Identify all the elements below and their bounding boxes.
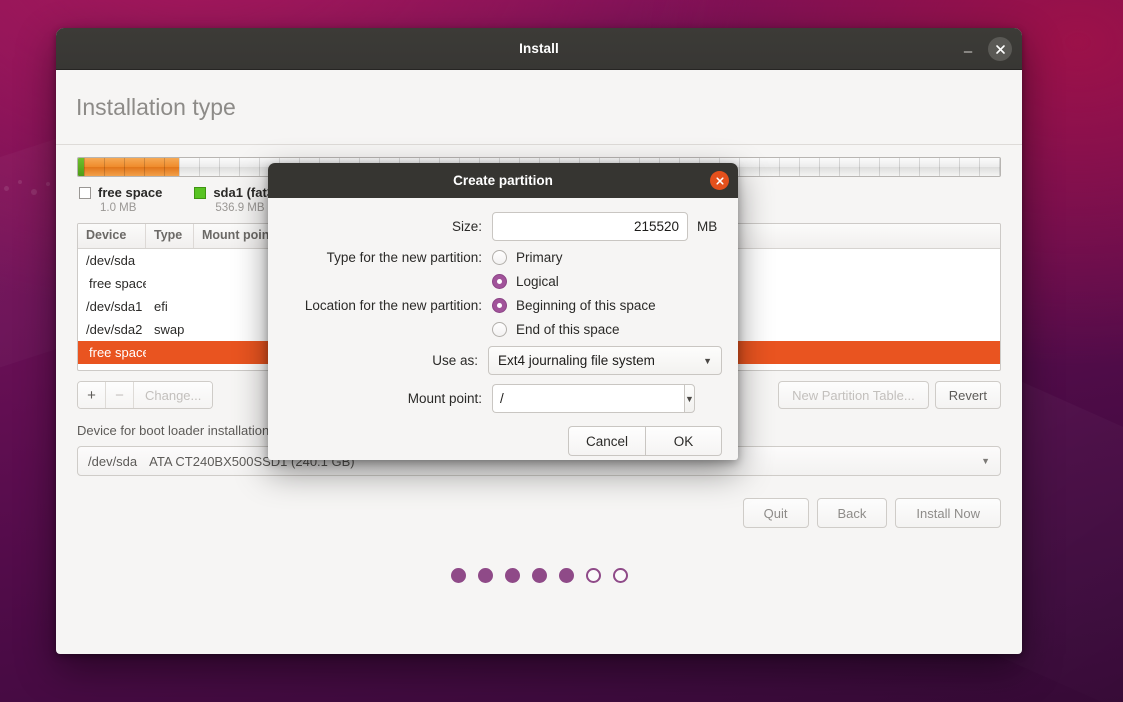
wallpaper-dots (0, 170, 60, 210)
dialog-title: Create partition (453, 173, 553, 188)
radio-logical[interactable]: Logical (492, 274, 559, 289)
remove-partition-button[interactable]: − (106, 382, 134, 408)
change-partition-button[interactable]: Change... (134, 382, 213, 408)
quit-button[interactable]: Quit (742, 498, 809, 528)
progress-dot (531, 568, 547, 583)
progress-dot (558, 568, 574, 583)
cell-device: /dev/sda2 (86, 322, 143, 337)
radio-end-indicator[interactable] (492, 322, 507, 337)
mount-point-row: Mount point: ▼ (284, 384, 722, 413)
legend-swatch-icon (194, 186, 207, 199)
chevron-down-icon: ▼ (981, 456, 990, 466)
close-icon[interactable] (710, 171, 729, 190)
bootloader-device: /dev/sda (88, 453, 138, 469)
disk-segment-allocated (83, 158, 180, 176)
back-button[interactable]: Back (816, 498, 888, 528)
use-as-row: Use as: Ext4 journaling file system ▼ (284, 346, 722, 375)
size-unit: MB (697, 219, 718, 234)
progress-dot (450, 568, 466, 583)
radio-primary[interactable]: Primary (492, 250, 563, 265)
radio-logical-indicator[interactable] (492, 274, 507, 289)
size-row: Size: — + MB (284, 212, 722, 241)
chevron-down-icon[interactable]: ▼ (684, 384, 695, 413)
navigation-buttons: Quit Back Install Now (77, 498, 1001, 528)
mount-point-input[interactable] (492, 384, 684, 413)
window-titlebar: Install – (56, 28, 1022, 70)
cell-device: free space (89, 276, 146, 291)
dialog-titlebar: Create partition (268, 163, 738, 198)
mount-point-label: Mount point: (407, 391, 482, 406)
use-as-select[interactable]: Ext4 journaling file system ▼ (488, 346, 722, 375)
use-as-value: Ext4 journaling file system (498, 353, 655, 368)
column-header-device[interactable]: Device (78, 224, 146, 248)
new-partition-table-button[interactable]: New Partition Table... (778, 381, 929, 409)
radio-logical-label: Logical (516, 274, 559, 289)
revert-button[interactable]: Revert (934, 381, 1001, 409)
radio-beginning-label: Beginning of this space (516, 298, 656, 313)
cell-device: free space (89, 345, 146, 360)
size-input[interactable] (493, 213, 687, 240)
cell-device: /dev/sda (86, 253, 136, 268)
add-partition-button[interactable]: + (78, 382, 106, 408)
window-title: Install (519, 41, 559, 56)
radio-end-of-space[interactable]: End of this space (492, 322, 620, 337)
radio-primary-label: Primary (516, 250, 563, 265)
size-spinner[interactable]: — + (492, 212, 688, 241)
close-icon[interactable] (988, 37, 1012, 61)
partition-type-row: Type for the new partition: Primary (284, 250, 722, 265)
dialog-body: Size: — + MB Type for the new partition:… (268, 198, 738, 456)
column-header-type[interactable]: Type (146, 224, 194, 248)
radio-primary-indicator[interactable] (492, 250, 507, 265)
chevron-down-icon: ▼ (703, 355, 712, 366)
cell-device: /dev/sda1 (86, 299, 143, 314)
dialog-actions: Cancel OK (284, 426, 722, 456)
cell-type: efi (154, 299, 168, 314)
title-divider (56, 144, 1022, 145)
partition-edit-group: + − Change... (77, 381, 214, 409)
legend-item-size: 1.0 MB (100, 202, 137, 214)
partition-location-end-row: End of this space (284, 322, 722, 337)
radio-end-label: End of this space (516, 322, 620, 337)
use-as-label: Use as: (432, 353, 478, 368)
legend-swatch-icon (79, 186, 91, 199)
size-label: Size: (451, 219, 482, 234)
progress-dot (477, 568, 493, 583)
progress-dot (504, 568, 520, 583)
partition-type-label: Type for the new partition: (326, 250, 482, 265)
create-partition-dialog: Create partition Size: — + MB Type for t… (268, 163, 738, 460)
legend-item-name: free space (98, 185, 163, 200)
cancel-button[interactable]: Cancel (568, 426, 645, 456)
ok-button[interactable]: OK (645, 426, 722, 456)
radio-beginning-of-space[interactable]: Beginning of this space (492, 298, 656, 313)
progress-dot (612, 568, 628, 583)
partition-location-label: Location for the new partition: (304, 298, 482, 313)
legend-item: free space 1.0 MB (79, 185, 162, 214)
progress-dot (585, 568, 601, 583)
install-now-button[interactable]: Install Now (895, 498, 1001, 528)
radio-beginning-indicator[interactable] (492, 298, 507, 313)
partition-location-row: Location for the new partition: Beginnin… (284, 298, 722, 313)
cell-type: swap (154, 322, 185, 337)
minimize-icon[interactable]: – (958, 39, 978, 59)
partition-type-logical-row: Logical (284, 274, 722, 289)
mount-point-combo[interactable]: ▼ (492, 384, 695, 413)
progress-dots (77, 568, 1001, 583)
window-controls: – (958, 28, 1012, 70)
page-title: Installation type (76, 94, 236, 120)
